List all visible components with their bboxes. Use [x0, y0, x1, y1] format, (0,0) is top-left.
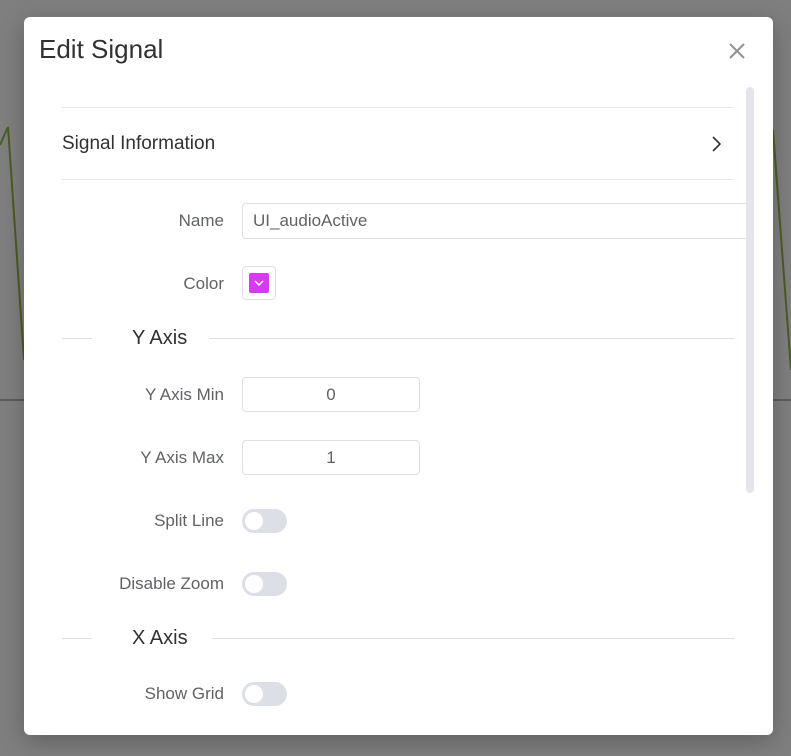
switch-knob — [245, 575, 263, 593]
signal-information-collapse-header[interactable]: Signal Information — [62, 108, 734, 180]
chevron-down-icon — [254, 280, 264, 286]
y-axis-section-divider: Y Axis — [62, 328, 734, 348]
y-axis-min-input[interactable] — [242, 377, 420, 412]
name-label: Name — [178, 211, 224, 230]
dialog-scrollbar[interactable] — [746, 87, 754, 493]
name-input[interactable] — [242, 203, 754, 239]
color-swatch — [249, 273, 269, 293]
background-signal-line-left — [0, 126, 25, 361]
background-signal-line-right — [772, 129, 791, 371]
disable-zoom-switch[interactable] — [242, 572, 287, 596]
y-axis-min-label: Y Axis Min — [144, 385, 224, 404]
collapse-bottom-divider — [62, 179, 734, 180]
signal-information-title: Signal Information — [62, 133, 216, 154]
x-axis-section-divider: X Axis — [62, 628, 734, 648]
y-axis-max-input[interactable] — [242, 440, 420, 475]
color-picker[interactable] — [242, 266, 276, 300]
x-axis-section-title: X Axis — [122, 628, 198, 648]
switch-knob — [245, 685, 263, 703]
chevron-right-icon — [712, 136, 722, 152]
y-axis-section-title: Y Axis — [122, 328, 198, 348]
show-grid-switch[interactable] — [242, 682, 287, 706]
split-line-switch[interactable] — [242, 509, 287, 533]
switch-knob — [245, 512, 263, 530]
split-line-label: Split Line — [154, 511, 224, 530]
show-grid-label: Show Grid — [144, 684, 224, 703]
color-label: Color — [183, 274, 224, 293]
y-axis-max-label: Y Axis Max — [140, 448, 224, 467]
edit-signal-dialog: Edit Signal Signal Information Name Colo… — [24, 17, 773, 735]
disable-zoom-label: Disable Zoom — [119, 574, 224, 593]
dialog-body: Signal Information Name Color Y Axis Y A… — [24, 17, 773, 735]
